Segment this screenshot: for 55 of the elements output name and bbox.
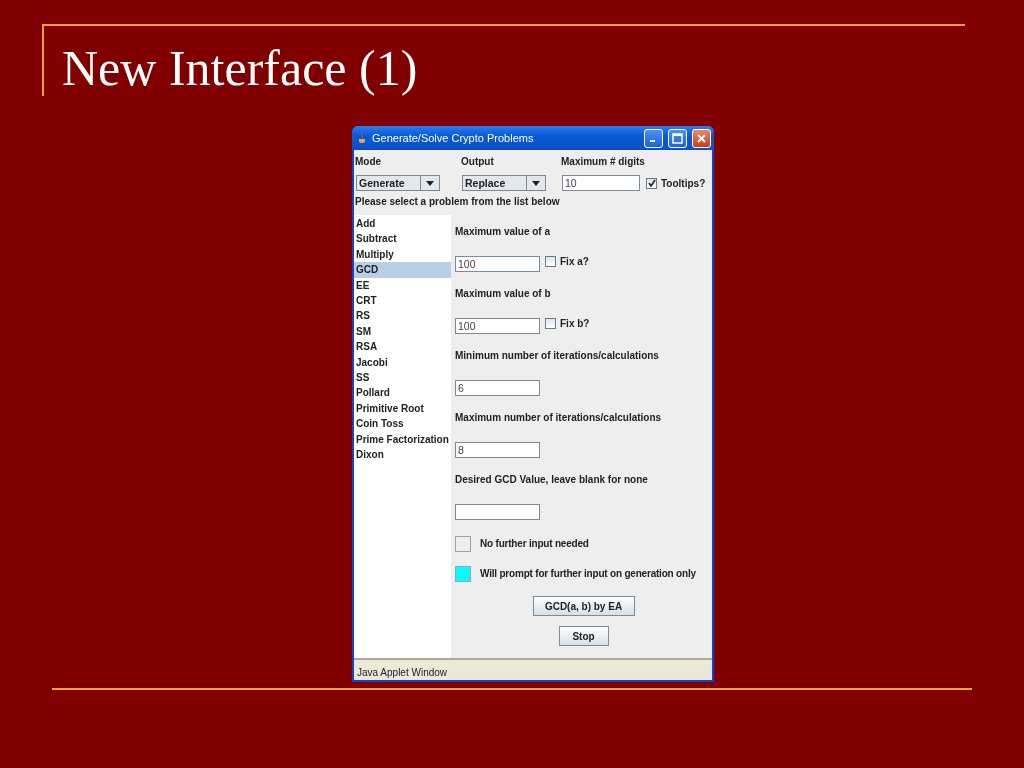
list-item[interactable]: SS [354,370,451,386]
list-item[interactable]: Add [354,216,451,232]
setting-label: Output [461,156,495,169]
list-item[interactable]: SM [354,323,451,340]
list-item[interactable]: Primitive Root [354,400,451,417]
close-icon [696,132,707,144]
cup-icon [357,132,367,144]
maximize-icon [672,132,683,144]
list-item[interactable]: Coin Toss [354,416,451,432]
setting-label: Maximum # digits [561,156,646,169]
list-item[interactable]: RS [354,308,451,324]
dropdown[interactable]: Replace [462,175,546,191]
legend-label: Will prompt for further input on generation only [480,567,696,581]
checkbox[interactable] [545,256,556,267]
parameter-label: Maximum number of iterations/calculations [455,412,662,423]
caret-icon [532,180,540,186]
checkbox[interactable] [545,318,556,329]
slide-title: New Interface (1) [62,39,418,98]
input-field[interactable]: 100 [455,318,540,334]
minimize-button[interactable] [644,128,663,148]
input-field[interactable]: 6 [455,380,540,396]
stop-button[interactable]: Stop [558,626,609,646]
input-field[interactable]: 10 [562,175,640,191]
minimize-icon [649,140,655,142]
window-title: Generate/Solve Crypto Problems [372,132,535,144]
list-item[interactable]: EE [354,277,451,294]
checkbox-label: Tooltips? [661,177,706,189]
list-item[interactable]: GCD [354,262,451,278]
maximize-button[interactable] [668,128,687,148]
list-prompt: Please select a problem from the list below [354,195,561,209]
caret-icon [426,180,434,186]
list-item[interactable]: Pollard [354,385,451,401]
input-field[interactable]: 8 [455,442,540,458]
dropdown[interactable]: Generate [356,175,440,191]
checkbox[interactable] [646,177,657,189]
parameter-label: Minimum number of iterations/calculations [455,350,659,361]
list-item[interactable]: CRT [354,293,451,309]
parameter-label: Maximum value of b [455,288,551,299]
list-item[interactable]: Subtract [354,231,451,247]
status-bar: Java Applet Window [354,658,712,680]
list-item[interactable]: RSA [354,339,451,355]
input-field[interactable]: 100 [455,256,540,272]
list-item[interactable]: Dixon [354,447,451,463]
list-item[interactable]: Multiply [354,246,451,263]
list-item[interactable]: Jacobi [354,354,451,371]
legend-label: No further input needed [480,537,589,551]
action-button[interactable]: GCD(a, b) by EA [532,596,635,616]
parameter-label: Desired GCD Value, leave blank for none [455,474,648,485]
setting-label: Mode [355,156,383,169]
checkbox-label: Fix b? [560,318,590,329]
input-field[interactable] [455,504,540,520]
close-button[interactable] [692,128,711,148]
checkbox-label: Fix a? [560,256,589,267]
list-item[interactable]: Prime Factorization [354,431,451,448]
parameter-label: Maximum value of a [455,226,551,237]
